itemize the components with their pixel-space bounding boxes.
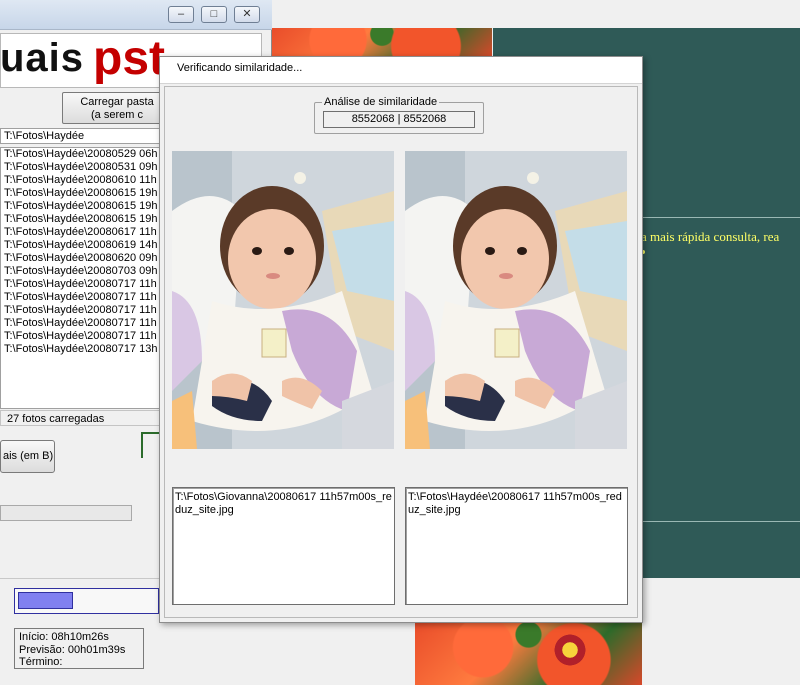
similarity-value: 8552068 | 8552068: [323, 111, 475, 128]
main-window-titlebar[interactable]: [0, 0, 272, 30]
dialog-title: Verificando similaridade...: [177, 62, 303, 74]
teal-panel-text: a mais rápida consulta, rea: [641, 229, 780, 244]
secondary-progress-bar: [0, 505, 132, 521]
file-list-item[interactable]: T:\Fotos\Haydée\20080717 11h: [1, 304, 171, 317]
file-list-item[interactable]: T:\Fotos\Haydée\20080619 14h: [1, 239, 171, 252]
green-frame-corner: [141, 432, 161, 458]
file-list-item[interactable]: T:\Fotos\Haydée\20080615 19h: [1, 213, 171, 226]
file-list-item[interactable]: T:\Fotos\Haydée\20080717 13h: [1, 343, 171, 356]
time-start: Início: 08h10m26s: [19, 631, 109, 643]
right-path-box[interactable]: T:\Fotos\Haydée\20080617 11h57m00s_reduz…: [405, 487, 628, 605]
file-list-item[interactable]: T:\Fotos\Haydée\20080615 19h: [1, 187, 171, 200]
flower-image-top: [272, 28, 492, 58]
maximize-button[interactable]: □: [201, 6, 227, 23]
file-list-item[interactable]: T:\Fotos\Haydée\20080615 19h: [1, 200, 171, 213]
file-list-item[interactable]: T:\Fotos\Haydée\20080531 09h: [1, 161, 171, 174]
photo-count-status: 27 fotos carregadas: [0, 410, 172, 426]
flower-image-bottom: [415, 622, 642, 685]
file-list-item[interactable]: T:\Fotos\Haydée\20080617 11h: [1, 226, 171, 239]
logo-text-right: pst: [93, 32, 165, 85]
similarity-group-label: Análise de similaridade: [322, 96, 440, 108]
file-list-item[interactable]: T:\Fotos\Haydée\20080717 11h: [1, 317, 171, 330]
file-list-item[interactable]: T:\Fotos\Haydée\20080703 09h: [1, 265, 171, 278]
left-path-box[interactable]: T:\Fotos\Giovanna\20080617 11h57m00s_red…: [172, 487, 395, 605]
file-list[interactable]: T:\Fotos\Haydée\20080529 06h T:\Fotos\Hay…: [0, 147, 172, 409]
current-path-field[interactable]: T:\Fotos\Haydée: [0, 128, 172, 144]
right-photo: [405, 151, 627, 449]
file-list-item[interactable]: T:\Fotos\Haydée\20080610 11h: [1, 174, 171, 187]
left-photo: [172, 151, 394, 449]
file-list-item[interactable]: T:\Fotos\Haydée\20080717 11h: [1, 278, 171, 291]
file-list-item[interactable]: T:\Fotos\Haydée\20080620 09h: [1, 252, 171, 265]
compare-b-button[interactable]: ais (em B): [0, 440, 55, 473]
flower-center: [552, 632, 588, 668]
logo-text-left: uais: [0, 36, 85, 80]
time-end: Término:: [19, 656, 63, 668]
bottom-right-panel: [642, 578, 800, 685]
baby-photo-right: [405, 151, 627, 449]
timing-box: Início: 08h10m26s Previsão: 00h01m39s Té…: [14, 628, 144, 669]
close-button[interactable]: ✕: [234, 6, 260, 23]
file-list-item[interactable]: T:\Fotos\Haydée\20080717 11h: [1, 330, 171, 343]
baby-photo-left: [172, 151, 394, 449]
progress-bar-fill: [18, 592, 73, 609]
load-folder-label-1: Carregar pasta: [80, 96, 154, 108]
time-forecast: Previsão: 00h01m39s: [19, 643, 126, 656]
file-list-item[interactable]: T:\Fotos\Haydée\20080529 06h: [1, 148, 171, 161]
load-folder-label-2: (a serem c: [91, 109, 143, 121]
teal-content-frame: [628, 217, 800, 522]
file-list-item[interactable]: T:\Fotos\Haydée\20080717 11h: [1, 291, 171, 304]
load-folder-button[interactable]: Carregar pasta (a serem c: [62, 92, 172, 124]
minimize-button[interactable]: –: [168, 6, 194, 23]
